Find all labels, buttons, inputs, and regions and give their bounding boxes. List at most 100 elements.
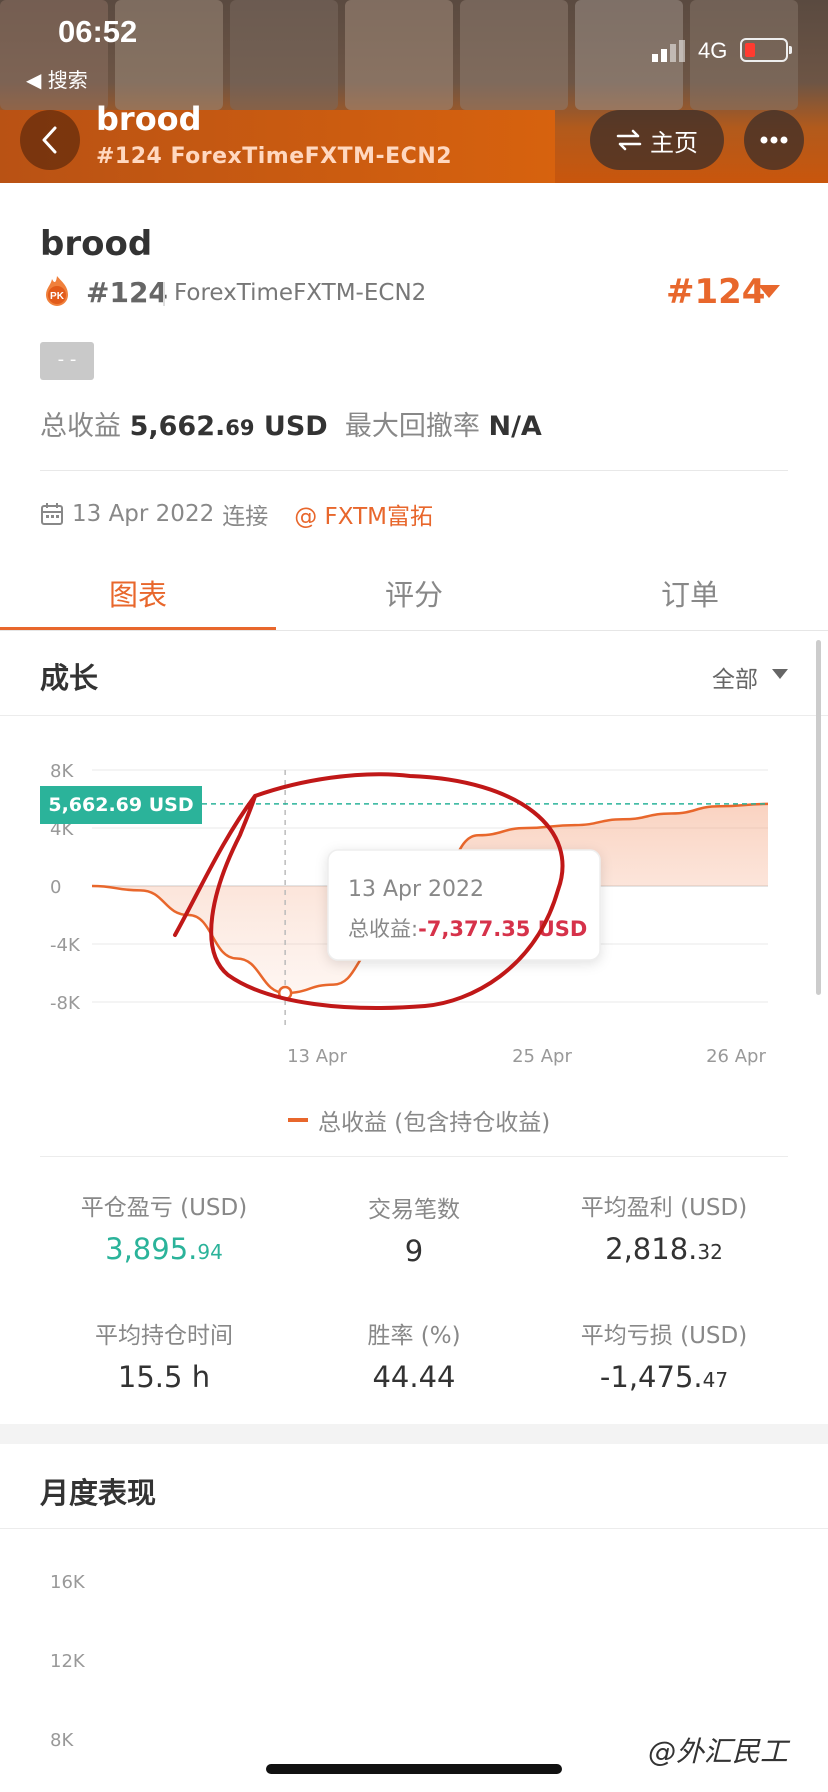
monthly-title: 月度表现 (40, 1476, 157, 1510)
stat-avg-profit: 平均盈利 (USD) 2,818.32 (526, 1188, 802, 1266)
divider (0, 1528, 828, 1529)
more-button[interactable] (744, 110, 804, 170)
divider (40, 470, 788, 471)
broker-link[interactable]: @ FXTM富拓 (294, 497, 433, 531)
stat-value-main: 2,818. (605, 1232, 698, 1266)
x-tick-label: 13 Apr (287, 1046, 347, 1067)
stat-value: -1,475.47 (526, 1360, 802, 1394)
divider (163, 282, 165, 306)
legend-swatch (288, 1118, 308, 1122)
chart-legend: 总收益 (包含持仓收益) (288, 1103, 550, 1137)
background-photo (460, 0, 568, 110)
calendar-icon (41, 503, 63, 525)
chevron-left-icon (42, 126, 57, 154)
tab-score[interactable]: 评分 (276, 572, 552, 614)
watermark: @外汇民工 (648, 1735, 789, 1768)
growth-title: 成长 (40, 661, 99, 695)
stat-avg-loss: 平均亏损 (USD) -1,475.47 (526, 1316, 802, 1394)
tag-badge: - - (40, 342, 94, 380)
more-icon (760, 136, 788, 144)
pk-flame-icon: PK (46, 276, 68, 306)
growth-chart: 8K4K0-4K-8K 13 Apr 25 Apr 26 Apr 5,662.69 … (40, 761, 769, 1067)
tab-chart[interactable]: 图表 (0, 572, 276, 614)
x-tick-label: 26 Apr (706, 1046, 766, 1067)
stat-value: 9 (276, 1234, 552, 1268)
current-value-label: 5,662.69 USD (48, 794, 193, 816)
stat-label: 平均盈利 (USD) (580, 1195, 748, 1221)
home-button-label: 主页 (650, 128, 698, 157)
monthly-y-tick: 8K (50, 1730, 74, 1751)
stat-value: 44.44 (276, 1360, 552, 1394)
rank-label: #124 (86, 276, 168, 309)
tab-orders[interactable]: 订单 (552, 572, 828, 614)
x-tick-label: 25 Apr (512, 1046, 572, 1067)
stat-value: 15.5 h (26, 1360, 302, 1394)
divider (0, 630, 828, 631)
tooltip-label: 总收益: (348, 917, 418, 941)
stat-value-decimals: 94 (197, 1240, 223, 1264)
stat-label: 交易笔数 (368, 1197, 460, 1223)
status-time: 06:52 (58, 14, 138, 49)
y-tick-label: -4K (50, 935, 81, 956)
stat-value-decimals: 32 (697, 1240, 723, 1264)
tooltip-date: 13 Apr 2022 (348, 877, 484, 902)
current-value-badge: 5,662.69 USD (40, 786, 202, 824)
total-profit-label: 总收益 (40, 411, 121, 442)
max-drawdown-label: 最大回撤率 (344, 411, 480, 442)
stat-value-main: 15.5 h (117, 1360, 211, 1394)
monthly-y-tick: 16K (50, 1572, 85, 1593)
stat-value: 3,895.94 (26, 1232, 302, 1266)
back-button[interactable] (20, 110, 80, 170)
home-button[interactable]: 主页 (590, 110, 724, 170)
caret-down-icon[interactable] (758, 285, 780, 298)
connected-label: 连接 (222, 504, 269, 530)
tooltip-value-row: 总收益:-7,377.35 USD (348, 917, 587, 941)
profit-row: 总收益 5,662.69 USD 最大回撤率 N/A (40, 404, 542, 443)
battery-icon (740, 38, 792, 62)
svg-text:PK: PK (50, 291, 65, 302)
total-profit-unit: USD (263, 411, 328, 442)
y-tick-label: 0 (50, 877, 61, 898)
back-to-app-link[interactable]: ◀ 搜索 (26, 64, 88, 93)
stat-value-main: 3,895. (105, 1232, 198, 1266)
stat-label: 平均亏损 (USD) (580, 1323, 748, 1349)
network-type: 4G (698, 38, 728, 63)
header-title: brood (96, 100, 202, 138)
switch-icon (616, 129, 642, 151)
tooltip-value: -7,377.35 USD (418, 917, 587, 941)
home-indicator[interactable] (266, 1764, 562, 1774)
server-name: ForexTimeFXTM-ECN2 (174, 280, 427, 306)
range-filter[interactable]: 全部 (712, 660, 758, 694)
connected-row: 13 Apr 2022 连接 @ FXTM富拓 (40, 497, 433, 531)
legend-label: 总收益 (包含持仓收益) (318, 1110, 551, 1136)
stat-label: 平均持仓时间 (95, 1323, 233, 1349)
stat-avg-hold-time: 平均持仓时间 15.5 h (26, 1316, 302, 1394)
stat-value-decimals: 47 (702, 1368, 729, 1392)
monthly-y-tick: 12K (50, 1651, 85, 1672)
account-name: brood (40, 224, 153, 264)
stat-value: 2,818.32 (526, 1232, 802, 1266)
connected-date: 13 Apr 2022 (72, 501, 215, 527)
stat-trade-count: 交易笔数 9 (276, 1190, 552, 1268)
stat-label: 胜率 (%) (367, 1323, 461, 1349)
stat-label: 平仓盈亏 (USD) (80, 1195, 248, 1221)
stat-value-main: 9 (404, 1234, 424, 1268)
y-tick-label: 8K (50, 761, 74, 782)
total-profit-decimals: 69 (225, 416, 255, 440)
total-profit-main: 5,662. (129, 411, 226, 442)
divider (0, 715, 828, 716)
stat-win-rate: 胜率 (%) 44.44 (276, 1316, 552, 1394)
stat-value-main: 44.44 (372, 1360, 456, 1394)
tooltip: 13 Apr 2022 总收益:-7,377.35 USD (327, 849, 601, 961)
stat-value-main: -1,475. (599, 1360, 703, 1394)
signal-icon (652, 40, 685, 62)
background-photo (230, 0, 338, 110)
header-subtitle: #124 ForexTimeFXTM-ECN2 (96, 144, 453, 169)
header: 06:52 ◀ 搜索 4G brood #124 ForexTimeFXTM-E… (0, 0, 828, 183)
rank-dropdown[interactable]: #124 (666, 272, 765, 312)
caret-down-icon[interactable] (772, 669, 788, 679)
section-separator (0, 1424, 828, 1444)
background-photo (345, 0, 453, 110)
divider (40, 1156, 788, 1157)
y-tick-label: -8K (50, 993, 81, 1014)
